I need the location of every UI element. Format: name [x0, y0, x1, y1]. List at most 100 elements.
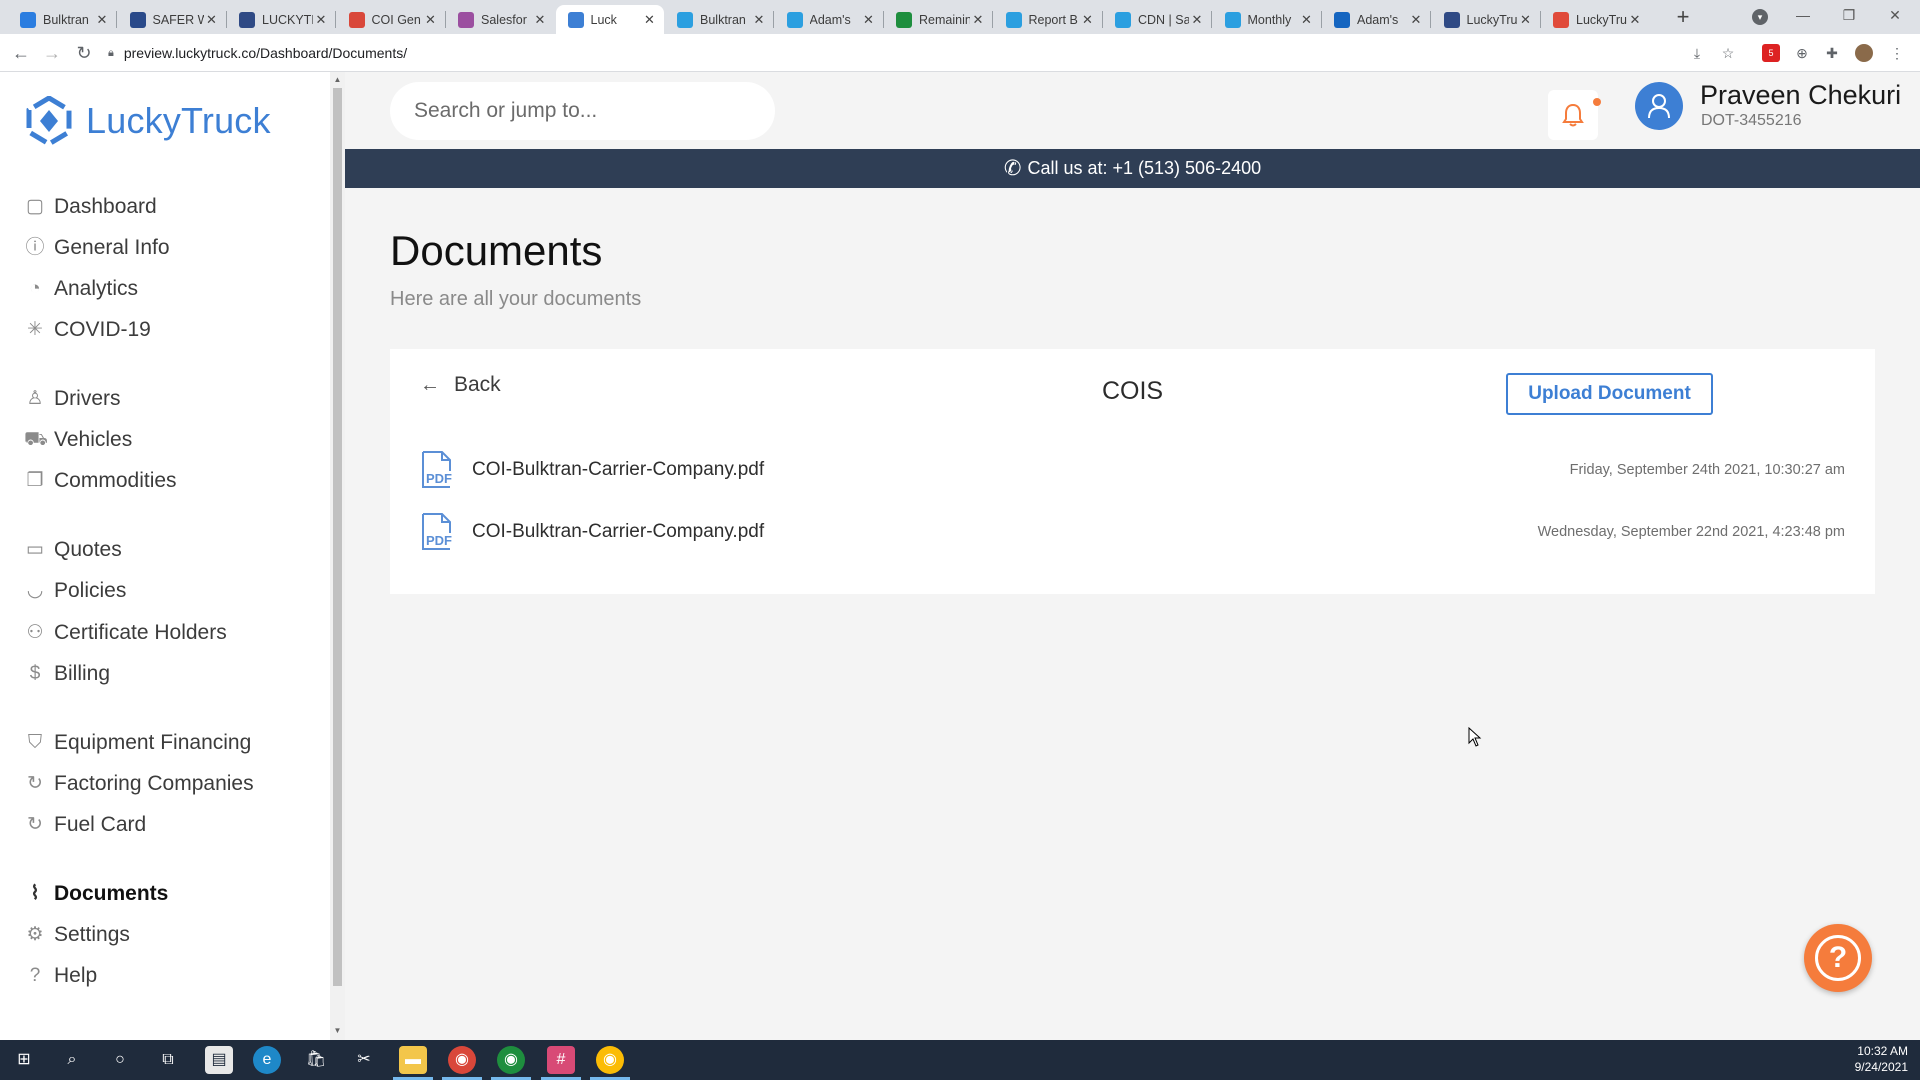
browser-tab[interactable]: LuckyTru ✕	[1432, 5, 1540, 34]
user-avatar[interactable]	[1635, 82, 1683, 130]
document-app-icon[interactable]: ▤	[205, 1046, 233, 1074]
tab-close-icon[interactable]: ✕	[532, 12, 548, 28]
extension-search-icon[interactable]: ⊕	[1793, 44, 1811, 62]
browser-tab[interactable]: Bulktran ✕	[8, 5, 116, 34]
tab-close-icon[interactable]: ✕	[1627, 12, 1643, 28]
documents-card: COIS ← Back Upload Document PDF COI-Bulkt…	[390, 349, 1875, 594]
tab-search-icon[interactable]: ▾	[1752, 9, 1768, 25]
windows-start-icon[interactable]: ⊞	[10, 1046, 38, 1074]
sidebar-item-billing[interactable]: $ Billing	[24, 659, 110, 689]
sidebar-item-general-info[interactable]: ⓘ General Info	[24, 233, 169, 263]
restore-icon[interactable]: ❐	[1826, 4, 1872, 26]
tab-label: Adam's	[1357, 12, 1399, 27]
sidebar-item-settings[interactable]: ⚙ Settings	[24, 920, 129, 950]
tab-close-icon[interactable]: ✕	[642, 12, 658, 28]
chrome-profile-icon[interactable]: ◉	[491, 1046, 531, 1080]
url-field[interactable]: 🔒︎ preview.luckytruck.co/Dashboard/Docum…	[108, 40, 1748, 66]
profile-avatar-icon[interactable]	[1855, 44, 1873, 62]
browser-tab[interactable]: Monthly ✕	[1213, 5, 1321, 34]
menu-dots-icon[interactable]: ⋮	[1888, 44, 1906, 62]
forward-nav-icon[interactable]: →	[40, 41, 64, 65]
tab-close-icon[interactable]: ✕	[861, 12, 877, 28]
browser-tab[interactable]: CDN | Sa ✕	[1103, 5, 1211, 34]
help-button[interactable]: ?	[1804, 924, 1872, 992]
browser-tab[interactable]: Salesfor ✕	[446, 5, 554, 34]
sidebar-item-fuel-card[interactable]: ↻ Fuel Card	[24, 810, 146, 840]
upload-document-button[interactable]: Upload Document	[1506, 373, 1713, 415]
bookmark-star-icon[interactable]: ☆	[1719, 44, 1737, 62]
sidebar-item-vehicles[interactable]: ⛟ Vehicles	[24, 425, 132, 455]
chrome-icon[interactable]: ◉	[442, 1046, 482, 1080]
document-name[interactable]: COI-Bulktran-Carrier-Company.pdf	[472, 521, 1538, 543]
search-icon[interactable]: ⌕	[58, 1046, 86, 1074]
sidebar-item-commodities[interactable]: ❐ Commodities	[24, 466, 177, 496]
tab-close-icon[interactable]: ✕	[204, 12, 220, 28]
tab-close-icon[interactable]: ✕	[1080, 12, 1096, 28]
sidebar-item-drivers[interactable]: ♙ Drivers	[24, 384, 120, 414]
slack-icon[interactable]: #	[541, 1046, 581, 1080]
sidebar-item-label: Commodities	[54, 469, 177, 492]
install-icon[interactable]: ⤓	[1688, 44, 1706, 62]
browser-tab[interactable]: COI Gen ✕	[337, 5, 445, 34]
notifications-button[interactable]	[1548, 90, 1601, 140]
system-clock[interactable]: 10:32 AM 9/24/2021	[1855, 1043, 1908, 1075]
tab-close-icon[interactable]: ✕	[1518, 12, 1534, 28]
tab-close-icon[interactable]: ✕	[313, 12, 329, 28]
scroll-up-arrow-icon[interactable]: ▲	[333, 75, 342, 84]
store-icon[interactable]: 🛍︎	[302, 1046, 330, 1074]
bell-icon	[1562, 103, 1584, 127]
sidebar-item-dashboard[interactable]: ▢ Dashboard	[24, 192, 157, 222]
browser-tab[interactable]: LuckyTru ✕	[1541, 5, 1649, 34]
browser-tab[interactable]: Adam's ✕	[775, 5, 883, 34]
sidebar-item-policies[interactable]: ◡ Policies	[24, 576, 127, 606]
reload-icon[interactable]: ↻	[72, 41, 96, 65]
document-row[interactable]: PDF COI-Bulktran-Carrier-Company.pdf Frida…	[420, 448, 1845, 492]
minimize-icon[interactable]: —	[1780, 4, 1826, 26]
document-name[interactable]: COI-Bulktran-Carrier-Company.pdf	[472, 459, 1570, 481]
tab-close-icon[interactable]: ✕	[1408, 12, 1424, 28]
sidebar-item-quotes[interactable]: ▭ Quotes	[24, 535, 122, 565]
browser-tab[interactable]: Remainin ✕	[884, 5, 992, 34]
browser-tab[interactable]: Adam's ✕	[1322, 5, 1430, 34]
tab-close-icon[interactable]: ✕	[94, 12, 110, 28]
help-circle-icon: ?	[29, 965, 41, 986]
tab-close-icon[interactable]: ✕	[1299, 12, 1315, 28]
sidebar-item-certificate-holders[interactable]: ⚇ Certificate Holders	[24, 618, 226, 648]
browser-tab[interactable]: Report B ✕	[994, 5, 1102, 34]
sidebar-item-analytics[interactable]: ◔ Analytics	[24, 274, 138, 304]
snipping-tool-icon[interactable]: ✂	[350, 1046, 378, 1074]
cortana-icon[interactable]: ○	[106, 1046, 134, 1074]
document-row[interactable]: PDF COI-Bulktran-Carrier-Company.pdf Wedne…	[420, 510, 1845, 554]
browser-tab[interactable]: SAFER W✕	[118, 5, 226, 34]
sidebar-item-equipment-financing[interactable]: ⛉ Equipment Financing	[24, 728, 251, 758]
browser-tab[interactable]: LUCKYTF✕	[227, 5, 335, 34]
sidebar-item-factoring-companies[interactable]: ↻ Factoring Companies	[24, 769, 254, 799]
tab-close-icon[interactable]: ✕	[970, 12, 986, 28]
back-nav-icon[interactable]: ←	[9, 41, 33, 65]
user-name[interactable]: Praveen Chekuri	[1700, 80, 1901, 111]
search-input[interactable]: Search or jump to...	[390, 82, 775, 140]
browser-tab[interactable]: Bulktran ✕	[665, 5, 773, 34]
browser-tab[interactable]: Luck ✕	[555, 5, 664, 34]
logo[interactable]: LuckyTruck	[24, 96, 271, 146]
extension-badge-icon[interactable]: 5	[1762, 44, 1780, 62]
tab-close-icon[interactable]: ✕	[423, 12, 439, 28]
edge-icon[interactable]: e	[253, 1046, 281, 1074]
clock-date: 9/24/2021	[1854, 1060, 1908, 1074]
file-explorer-icon[interactable]: ▬	[393, 1046, 433, 1080]
tab-close-icon[interactable]: ✕	[751, 12, 767, 28]
back-button[interactable]: ← Back	[420, 373, 501, 397]
sidebar-item-help[interactable]: ? Help	[24, 961, 98, 991]
sidebar-item-covid-19[interactable]: ✳ COVID-19	[24, 315, 151, 345]
task-view-icon[interactable]: ⧉	[154, 1046, 182, 1074]
puzzle-icon[interactable]: ✚	[1823, 44, 1841, 62]
sidebar-scrollbar-thumb[interactable]	[333, 88, 342, 986]
tab-close-icon[interactable]: ✕	[1189, 12, 1205, 28]
windows-taskbar: ⊞ ⌕ ○ ⧉ ▤ e 🛍︎ ✂ ▬ ◉ ◉ # ◉ 10:32 AM 9/24…	[0, 1040, 1920, 1080]
chrome-active-icon[interactable]: ◉	[590, 1046, 630, 1080]
close-window-icon[interactable]: ✕	[1872, 4, 1918, 26]
call-text[interactable]: Call us at: +1 (513) 506-2400	[1027, 158, 1261, 179]
sidebar-item-documents[interactable]: ⌇ Documents	[24, 879, 168, 909]
new-tab-button[interactable]: +	[1670, 5, 1696, 31]
scroll-down-arrow-icon[interactable]: ▼	[333, 1026, 342, 1035]
